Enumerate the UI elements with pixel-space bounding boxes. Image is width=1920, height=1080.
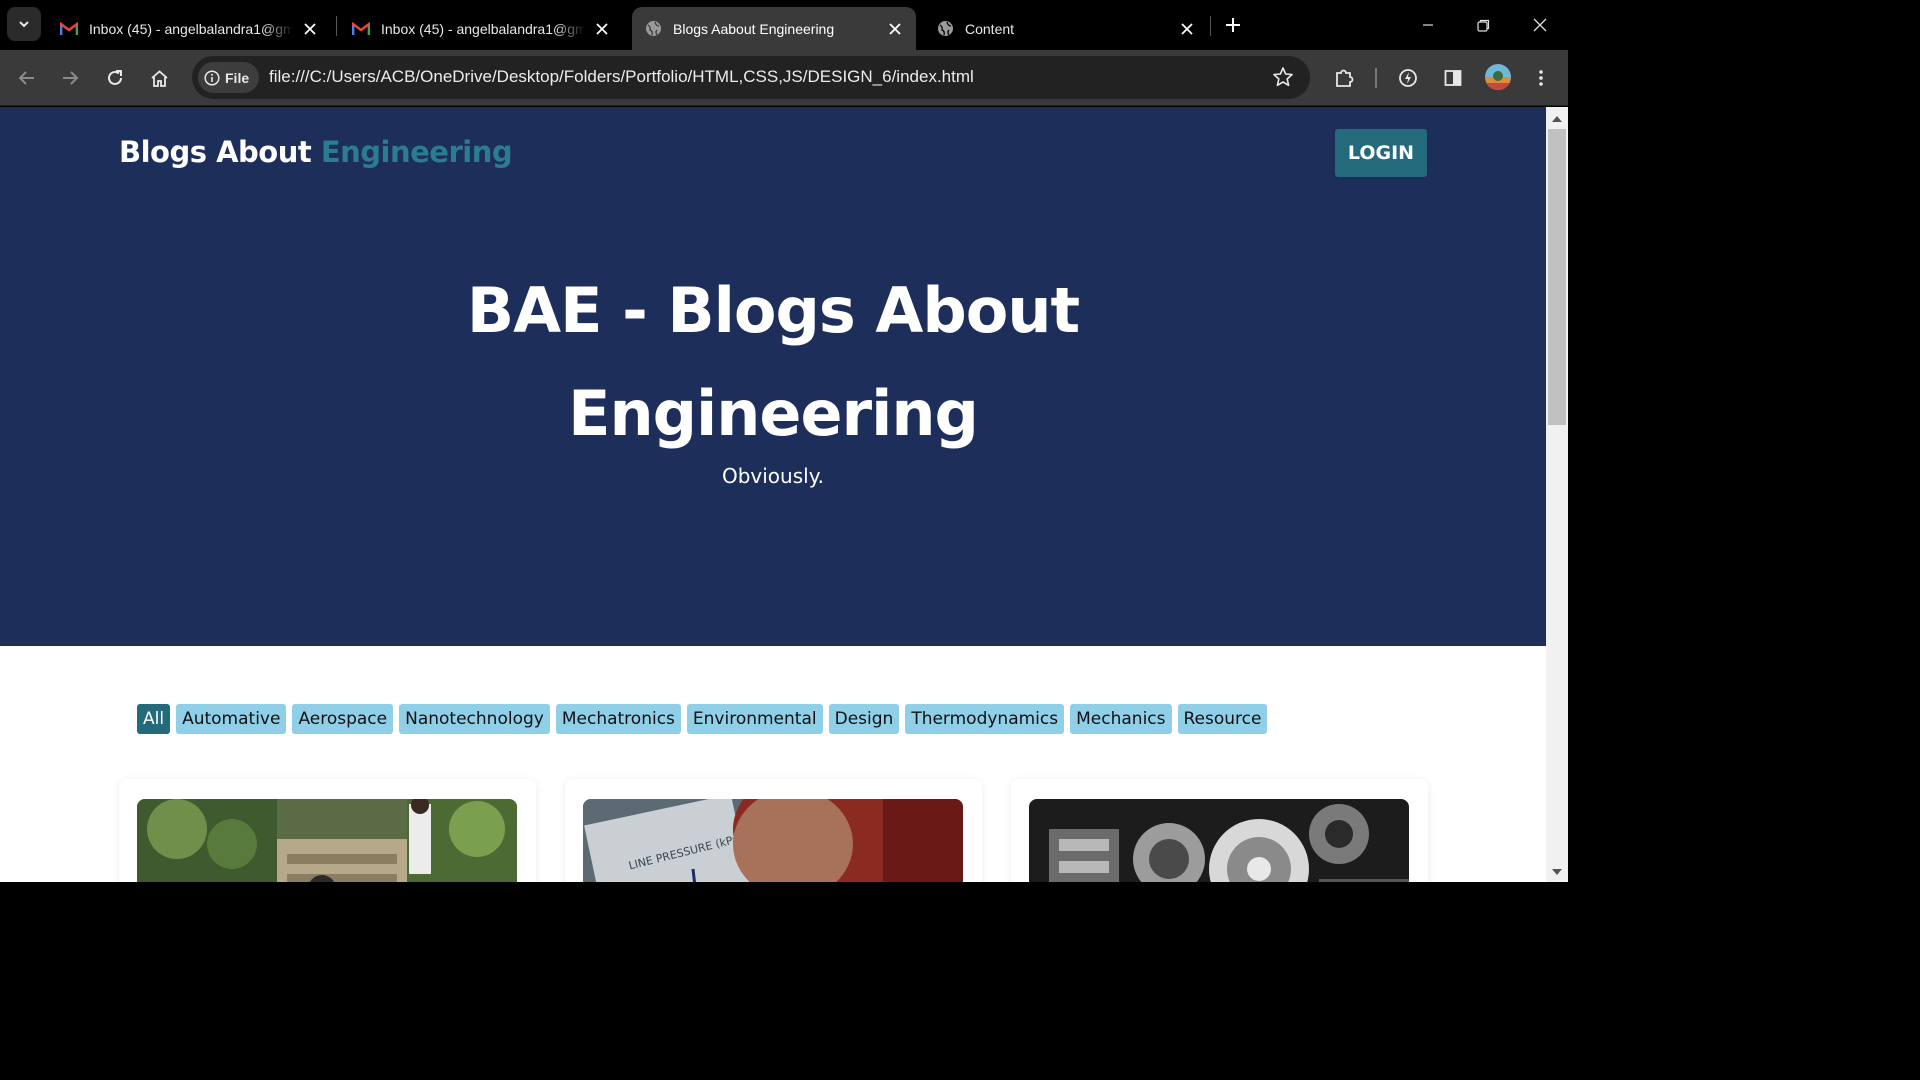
- page-viewport: Blogs About Engineering LOGIN BAE - Blog…: [0, 107, 1546, 882]
- tab-separator: [1210, 16, 1211, 36]
- tab-search-button[interactable]: [7, 7, 41, 41]
- close-icon[interactable]: [593, 20, 611, 38]
- tab-content[interactable]: Content: [924, 7, 1208, 50]
- blog-card-image: LINE PRESSURE (kPa): [583, 799, 963, 882]
- extensions-button[interactable]: [1328, 62, 1360, 94]
- filter-nanotechnology[interactable]: Nanotechnology: [399, 704, 550, 734]
- profile-avatar[interactable]: [1485, 64, 1511, 90]
- minimize-icon: [1423, 24, 1433, 26]
- scroll-up-arrow-icon[interactable]: [1546, 109, 1568, 129]
- site-info-chip[interactable]: File: [198, 62, 259, 93]
- restore-button[interactable]: [1468, 10, 1498, 40]
- arrow-right-icon: [63, 71, 79, 85]
- plus-icon: [1226, 18, 1240, 32]
- blog-card[interactable]: [119, 779, 536, 882]
- home-icon: [150, 69, 168, 87]
- address-bar[interactable]: File file:///C:/Users/ACB/OneDrive/Deskt…: [192, 56, 1310, 99]
- tab-title: Blogs Aabout Engineering: [673, 20, 835, 37]
- info-icon: [204, 69, 220, 86]
- hero-subtitle: Obviously.: [721, 464, 825, 488]
- browser-menu-button[interactable]: [1525, 62, 1557, 94]
- tab-blogs-about-engineering[interactable]: Blogs Aabout Engineering: [632, 7, 916, 50]
- arrow-left-icon: [18, 71, 34, 85]
- site-logo[interactable]: Blogs About Engineering: [119, 135, 513, 169]
- gmail-icon: [352, 20, 370, 38]
- tab-title: Inbox (45) - angelbalandra1@gmail.com - …: [381, 20, 585, 37]
- hero-title: BAE - Blogs About Engineering: [466, 274, 1080, 450]
- page-scrollbar[interactable]: [1546, 107, 1568, 882]
- more-vertical-icon: [1539, 70, 1543, 86]
- logo-text: Blogs About: [119, 135, 312, 169]
- chevron-down-icon: [19, 21, 29, 28]
- filter-design[interactable]: Design: [828, 704, 900, 734]
- filter-thermodynamics[interactable]: Thermodynamics: [905, 704, 1065, 734]
- close-icon[interactable]: [1178, 20, 1196, 38]
- category-filters: All Automative Aerospace Nanotechnology …: [137, 704, 1268, 734]
- globe-icon: [644, 20, 662, 38]
- close-icon[interactable]: [301, 20, 319, 38]
- browser-toolbar: File file:///C:/Users/ACB/OneDrive/Deskt…: [0, 50, 1568, 106]
- browser-tab-bar: Inbox (45) - angelbalandra1@gmail.com - …: [0, 0, 1568, 50]
- scrollbar-thumb[interactable]: [1548, 129, 1566, 425]
- tab-gmail-2[interactable]: Inbox (45) - angelbalandra1@gmail.com - …: [340, 7, 623, 50]
- tab-title: Content: [965, 20, 1015, 37]
- tab-gmail-1[interactable]: Inbox (45) - angelbalandra1@gmail.com - …: [48, 7, 331, 50]
- filter-mechanics[interactable]: Mechanics: [1070, 704, 1172, 734]
- filter-automative[interactable]: Automative: [176, 704, 287, 734]
- hero-section: Blogs About Engineering LOGIN BAE - Blog…: [0, 107, 1546, 646]
- close-icon[interactable]: [886, 20, 904, 38]
- chip-label: File: [225, 69, 250, 86]
- filter-environmental[interactable]: Environmental: [686, 704, 823, 734]
- minimize-button[interactable]: [1413, 10, 1443, 40]
- filter-resource[interactable]: Resource: [1177, 704, 1268, 734]
- gmail-icon: [60, 20, 78, 38]
- puzzle-icon: [1336, 69, 1354, 87]
- bookmark-star-icon[interactable]: [1272, 66, 1294, 92]
- url-text[interactable]: file:///C:/Users/ACB/OneDrive/Desktop/Fo…: [269, 67, 974, 87]
- lightning-icon: [1399, 69, 1417, 87]
- restore-icon: [1476, 19, 1489, 32]
- filter-all[interactable]: All: [137, 704, 171, 734]
- side-panel-icon: [1444, 70, 1462, 86]
- close-window-button[interactable]: [1525, 10, 1555, 40]
- tab-title: Inbox (45) - angelbalandra1@gmail.com - …: [89, 20, 293, 37]
- logo-accent-text: Engineering: [320, 135, 513, 169]
- forward-button[interactable]: [54, 62, 86, 94]
- filter-aerospace[interactable]: Aerospace: [292, 704, 394, 734]
- home-button[interactable]: [143, 62, 175, 94]
- close-icon: [1533, 18, 1547, 32]
- reload-button[interactable]: [99, 62, 131, 94]
- blog-card-image: [1029, 799, 1409, 882]
- toolbar-separator: [1375, 68, 1377, 88]
- reload-icon: [108, 70, 122, 85]
- new-tab-button[interactable]: [1220, 12, 1246, 38]
- blog-card[interactable]: [1011, 779, 1428, 882]
- performance-button[interactable]: [1392, 62, 1424, 94]
- scroll-down-arrow-icon[interactable]: [1546, 862, 1568, 882]
- blog-card-image: [137, 799, 517, 882]
- login-button[interactable]: LOGIN: [1335, 129, 1427, 177]
- filter-mechatronics[interactable]: Mechatronics: [555, 704, 681, 734]
- tab-separator: [336, 16, 337, 36]
- side-panel-button[interactable]: [1437, 62, 1469, 94]
- globe-icon: [936, 20, 954, 38]
- blog-card[interactable]: LINE PRESSURE (kPa): [565, 779, 982, 882]
- back-button[interactable]: [11, 62, 43, 94]
